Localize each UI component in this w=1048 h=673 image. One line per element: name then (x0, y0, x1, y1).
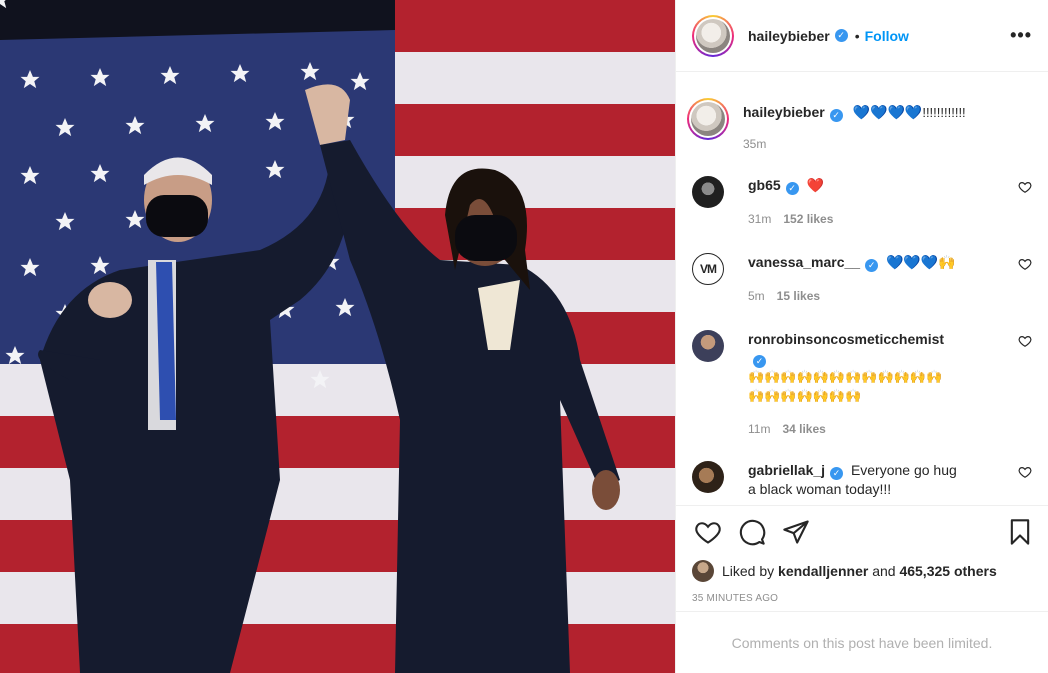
liked-by-connector: and (872, 563, 896, 579)
heart-icon[interactable] (694, 518, 722, 546)
comment-item: gabriellak_j ✓ Everyone go hug a black wo… (692, 461, 1032, 499)
author-avatar[interactable] (692, 14, 734, 57)
verified-badge-icon: ✓ (865, 259, 879, 272)
caption-tail: !!!!!!!!!!!! (922, 105, 966, 120)
caption-avatar[interactable] (687, 98, 729, 140)
post-image (0, 0, 675, 673)
comment-username[interactable]: gabriellak_j (748, 462, 825, 478)
comment-time[interactable]: 5m (748, 289, 765, 303)
comments-limited-notice: Comments on this post have been limited. (676, 611, 1048, 673)
post-photo[interactable] (0, 0, 675, 673)
caption-emoji: 💙💙💙💙 (852, 105, 923, 121)
comment-username[interactable]: vanessa_marc__ (748, 254, 860, 270)
comment-text: ❤️ (806, 178, 825, 194)
verified-badge-icon: ✓ (829, 109, 843, 122)
post-side-panel: haileybieber ✓ • Follow ••• haileybieber… (675, 0, 1048, 673)
verified-badge-icon: ✓ (830, 467, 844, 480)
post-time[interactable]: 35 MINUTES AGO (676, 585, 1048, 611)
verified-badge-icon: ✓ (834, 29, 848, 42)
comment-likes[interactable]: 34 likes (782, 422, 825, 436)
comment-likes[interactable]: 152 likes (783, 212, 833, 226)
liker-avatar[interactable] (692, 560, 714, 582)
comment-avatar[interactable] (692, 176, 724, 208)
liked-by-user[interactable]: kendalljenner (778, 563, 868, 579)
comment-avatar[interactable]: VM (692, 253, 724, 285)
verified-badge-icon: ✓ (753, 355, 766, 368)
like-comment-heart-icon[interactable] (1018, 334, 1032, 348)
liked-by: Liked by kendalljenner and 465,325 other… (676, 557, 1048, 585)
header-separator: • (854, 27, 860, 44)
follow-button[interactable]: Follow (865, 28, 909, 44)
instagram-post: haileybieber ✓ • Follow ••• haileybieber… (0, 0, 1048, 673)
share-icon[interactable] (782, 518, 810, 546)
comment-item: VM vanessa_marc__ ✓ 💙💙💙🙌 5m 15 likes (692, 253, 1032, 306)
caption-username[interactable]: haileybieber (743, 104, 825, 120)
comment-time[interactable]: 31m (748, 212, 771, 226)
like-comment-heart-icon[interactable] (1018, 180, 1032, 194)
bookmark-icon[interactable] (1006, 518, 1034, 546)
comment-text: 🙌🙌🙌🙌🙌🙌🙌🙌🙌🙌🙌🙌🙌🙌🙌🙌🙌🙌🙌 (748, 370, 943, 404)
comment-likes[interactable]: 15 likes (777, 289, 820, 303)
post-header: haileybieber ✓ • Follow ••• (676, 0, 1048, 72)
comment-time[interactable]: 11m (748, 422, 770, 436)
caption: haileybieber ✓ 💙💙💙💙!!!!!!!!!!!! 35m (687, 98, 1032, 154)
comment-username[interactable]: gb65 (748, 177, 781, 193)
likes-count[interactable]: 465,325 others (899, 563, 996, 579)
comment-item: gb65 ✓ ❤️ 31m 152 likes (692, 176, 1032, 229)
comment-icon[interactable] (738, 518, 766, 546)
comment-item: ronrobinsoncosmeticchemist ✓ 🙌🙌🙌🙌🙌🙌🙌🙌🙌🙌🙌🙌… (692, 330, 1032, 439)
like-comment-heart-icon[interactable] (1018, 257, 1032, 271)
comment-avatar[interactable] (692, 330, 724, 362)
more-icon[interactable]: ••• (1010, 25, 1032, 46)
like-comment-heart-icon[interactable] (1018, 465, 1032, 479)
author-username[interactable]: haileybieber (748, 28, 830, 44)
liked-by-prefix: Liked by (722, 563, 775, 579)
comments-list[interactable]: haileybieber ✓ 💙💙💙💙!!!!!!!!!!!! 35m gb65 ✓… (676, 72, 1048, 505)
caption-time[interactable]: 35m (743, 137, 766, 151)
action-bar (676, 505, 1048, 557)
comment-avatar[interactable] (692, 461, 724, 493)
verified-badge-icon: ✓ (785, 182, 799, 195)
comment-username[interactable]: ronrobinsoncosmeticchemist (748, 331, 944, 347)
comment-text: 💙💙💙🙌 (886, 255, 956, 271)
